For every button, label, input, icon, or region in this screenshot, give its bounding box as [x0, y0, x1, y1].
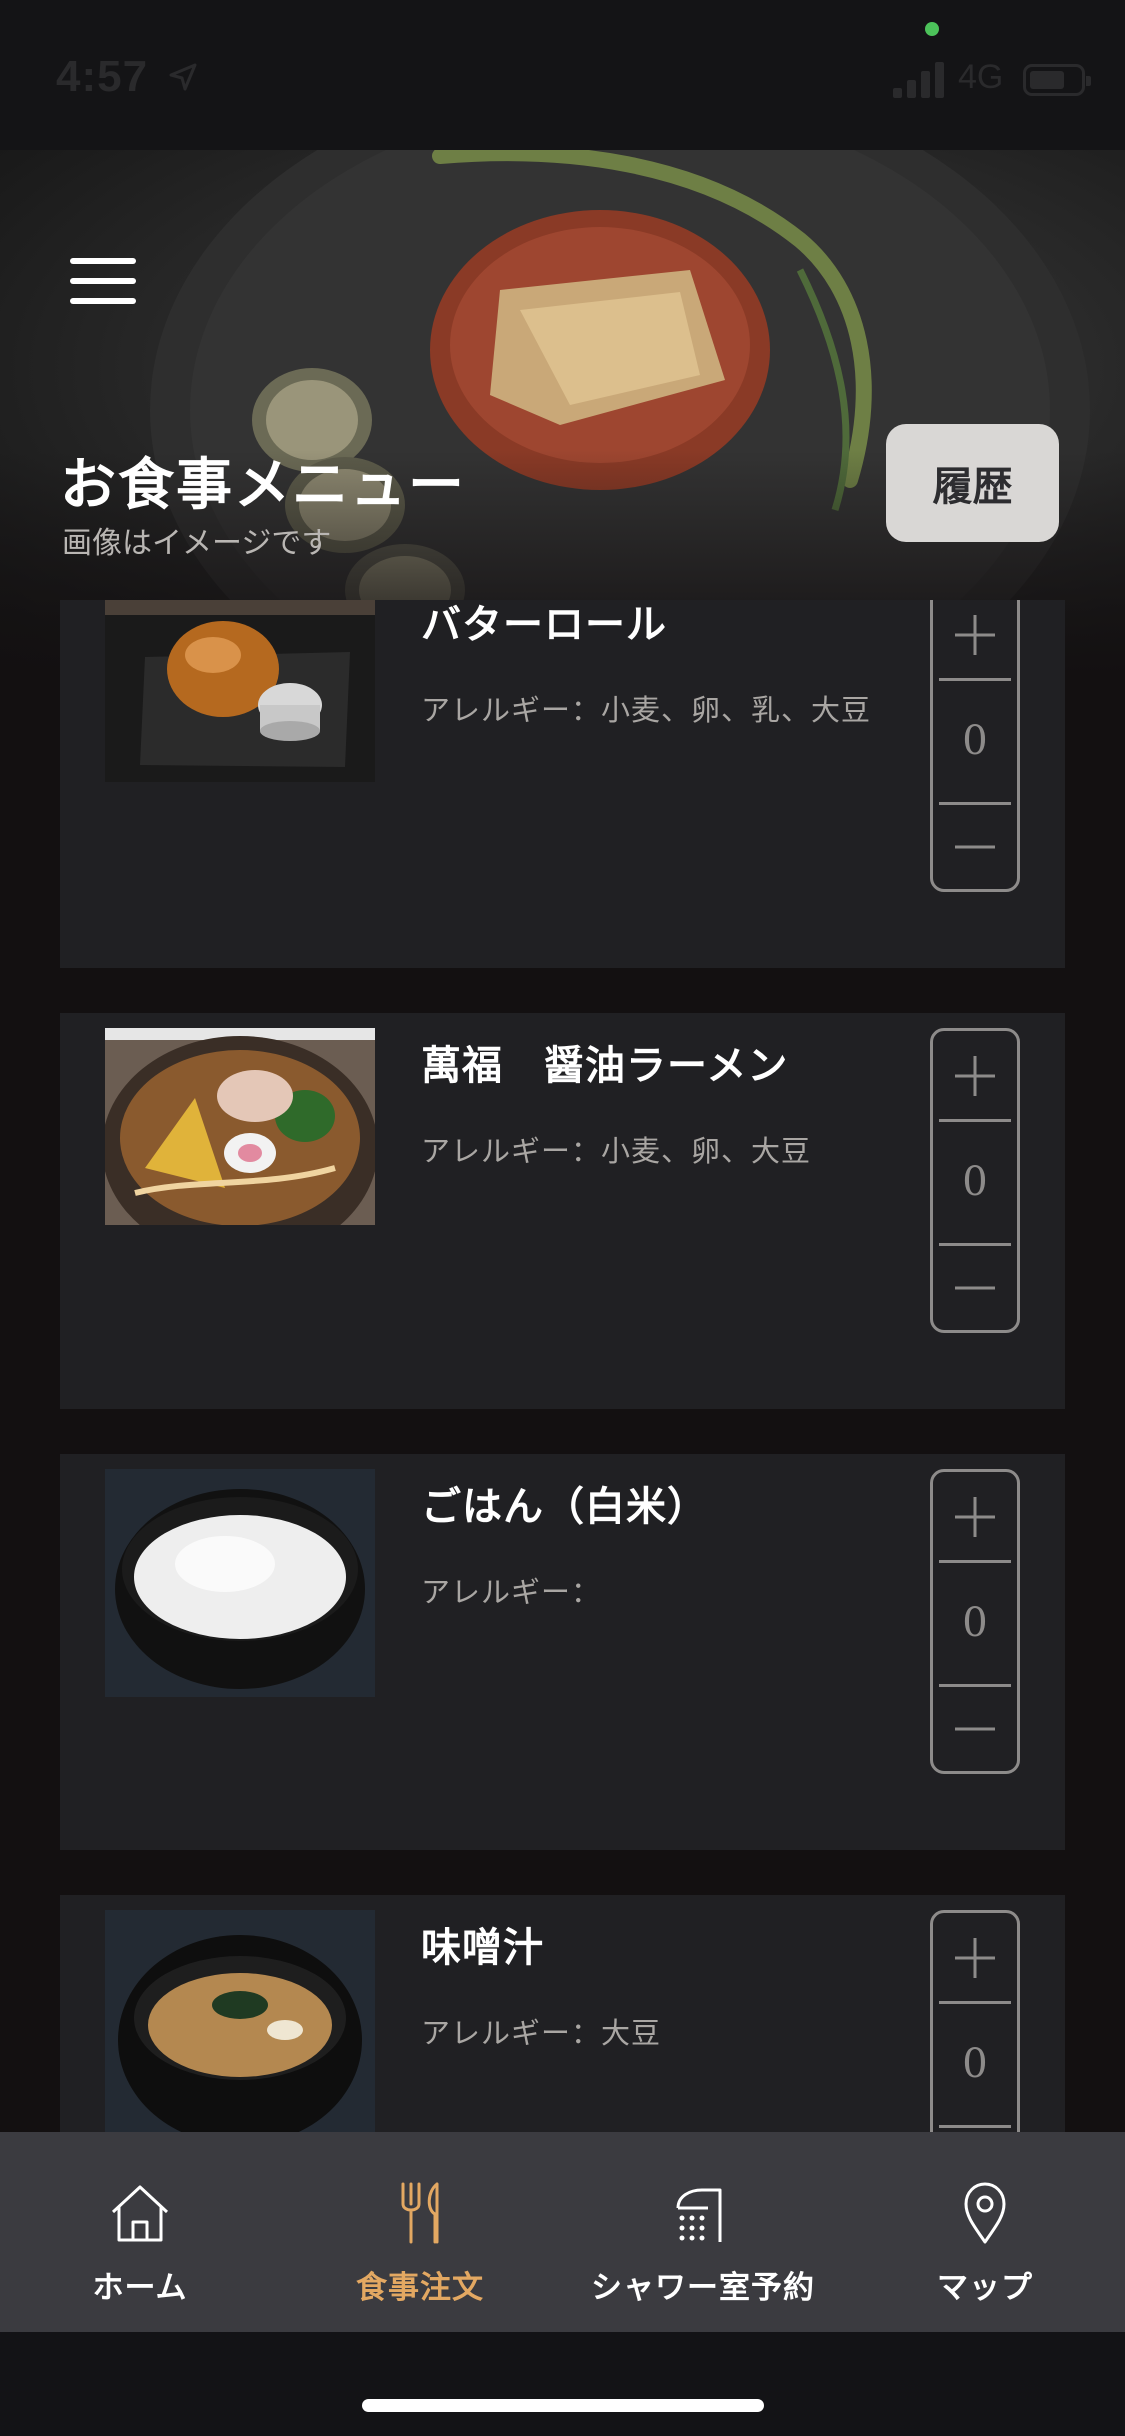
decrease-button[interactable] [933, 2125, 1017, 2132]
menu-item-card: 味噌汁 アレルギー：大豆 0 [60, 1895, 1065, 2132]
plus-icon [955, 615, 995, 655]
menu-list: バターロール アレルギー：小麦、卵、乳、大豆 0 萬福 醤油ラーメン アレルギー… [0, 600, 1125, 2132]
menu-item-photo [105, 1028, 375, 1225]
menu-item-name: ごはん（白米） [421, 1483, 708, 1530]
quantity-value: 0 [962, 1159, 988, 1205]
minus-icon [955, 1286, 995, 1290]
bottom-tab-bar: ホーム 食事注文 シャワー室予約 マップ [0, 2132, 1125, 2332]
fork-knife-icon [401, 2182, 439, 2244]
tab-meal-order[interactable]: 食事注文 [320, 2132, 520, 2332]
page-title: お食事メニュー [60, 452, 466, 518]
minus-icon [955, 845, 995, 849]
menu-item-name: 萬福 醤油ラーメン [421, 1042, 789, 1089]
page-subtitle: 画像はイメージです [62, 526, 332, 561]
privacy-indicator-dot [925, 22, 939, 36]
tab-label: シャワー室予約 [591, 2270, 815, 2306]
increase-button[interactable] [933, 600, 1017, 680]
status-bar: 4:57 4G [0, 0, 1125, 150]
menu-item-allergy: アレルギー： [421, 1575, 602, 1609]
map-pin-icon [964, 2182, 1006, 2244]
menu-item-card: ごはん（白米） アレルギー： 0 [60, 1454, 1065, 1850]
tab-shower-reservation[interactable]: シャワー室予約 [583, 2132, 823, 2332]
decrease-button[interactable] [933, 1243, 1017, 1333]
menu-item-photo [105, 1469, 375, 1697]
quantity-stepper: 0 [930, 1028, 1020, 1333]
plus-icon [955, 1938, 995, 1978]
menu-item-name: 味噌汁 [421, 1924, 544, 1971]
menu-item-allergy: アレルギー：小麦、卵、大豆 [421, 1134, 812, 1168]
menu-item-allergy: アレルギー：大豆 [421, 2016, 662, 2050]
battery-icon [1023, 64, 1091, 96]
plus-icon [955, 1056, 995, 1096]
signal-icon [893, 60, 945, 98]
menu-item-card: バターロール アレルギー：小麦、卵、乳、大豆 0 [60, 600, 1065, 968]
menu-item-allergy: アレルギー：小麦、卵、乳、大豆 [421, 693, 872, 727]
increase-button[interactable] [933, 1472, 1017, 1562]
quantity-value: 0 [962, 1600, 988, 1646]
home-icon [111, 2185, 169, 2242]
decrease-button[interactable] [933, 802, 1017, 892]
home-indicator[interactable] [362, 2399, 764, 2412]
decrease-button[interactable] [933, 1684, 1017, 1774]
minus-icon [955, 1727, 995, 1731]
menu-item-photo [105, 1910, 375, 2132]
hero-header: お食事メニュー 画像はイメージです 履歴 [0, 150, 1125, 670]
quantity-stepper: 0 [930, 1910, 1020, 2132]
network-label: 4G [958, 58, 1004, 96]
tab-label: マップ [937, 2270, 1033, 2306]
increase-button[interactable] [933, 1913, 1017, 2003]
tab-label: ホーム [92, 2270, 188, 2306]
quantity-value: 0 [962, 2041, 988, 2087]
quantity-stepper: 0 [930, 600, 1020, 892]
plus-icon [955, 1497, 995, 1537]
location-arrow-icon [169, 63, 197, 91]
shower-icon [676, 2188, 722, 2242]
tab-label: 食事注文 [356, 2270, 484, 2306]
menu-item-name: バターロール [421, 601, 667, 648]
menu-item-card: 萬福 醤油ラーメン アレルギー：小麦、卵、大豆 0 [60, 1013, 1065, 1409]
quantity-value: 0 [962, 718, 988, 764]
history-button[interactable]: 履歴 [886, 424, 1059, 542]
hamburger-menu-icon[interactable] [70, 258, 140, 308]
quantity-stepper: 0 [930, 1469, 1020, 1774]
increase-button[interactable] [933, 1031, 1017, 1121]
status-time: 4:57 [56, 52, 149, 101]
menu-item-photo [105, 600, 375, 782]
tab-home[interactable]: ホーム [40, 2132, 240, 2332]
tab-map[interactable]: マップ [885, 2132, 1085, 2332]
